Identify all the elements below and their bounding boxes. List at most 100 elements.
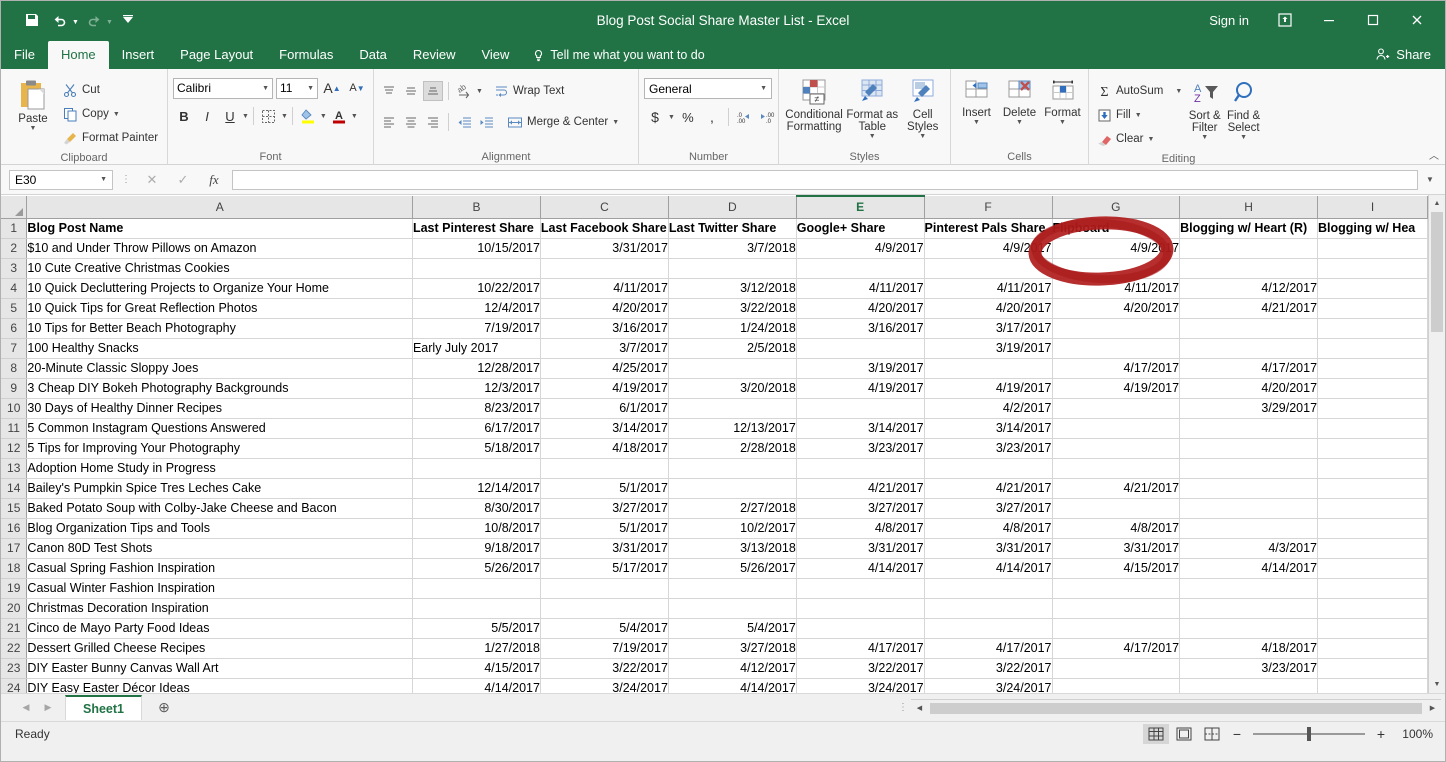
cell-F9[interactable]: 4/19/2017 (924, 378, 1053, 399)
cell-B13[interactable] (412, 458, 541, 479)
cell-C2[interactable]: 3/31/2017 (540, 238, 669, 259)
cell-D15[interactable]: 2/27/2018 (668, 498, 797, 519)
fill-button[interactable]: Fill ▼ (1094, 103, 1185, 127)
cell-H17[interactable]: 4/3/2017 (1179, 538, 1319, 559)
cell-A20[interactable]: Christmas Decoration Inspiration (26, 598, 413, 619)
cell-F4[interactable]: 4/11/2017 (924, 278, 1053, 299)
cell-B6[interactable]: 7/19/2017 (412, 318, 541, 339)
tab-formulas[interactable]: Formulas (266, 41, 346, 69)
find-select-button[interactable]: Find & Select ▼ (1224, 77, 1263, 141)
sort-filter-button[interactable]: AZ Sort & Filter ▼ (1185, 77, 1224, 141)
accounting-caret[interactable]: ▼ (668, 114, 675, 121)
undo-icon[interactable] (47, 8, 73, 32)
scroll-left-arrow[interactable]: ◀ (911, 699, 928, 717)
cell-F8[interactable] (924, 358, 1053, 379)
cell-G5[interactable]: 4/20/2017 (1052, 298, 1181, 319)
cell-D7[interactable]: 2/5/2018 (668, 338, 797, 359)
scroll-right-arrow[interactable]: ▶ (1424, 699, 1441, 717)
cell-I21[interactable] (1317, 618, 1428, 639)
cell-C10[interactable]: 6/1/2017 (540, 398, 669, 419)
cell-E21[interactable] (796, 618, 925, 639)
tab-file[interactable]: File (1, 41, 48, 69)
format-painter-button[interactable]: Format Painter (60, 126, 161, 150)
increase-font-size-button[interactable]: A ▲ (321, 77, 343, 99)
page-layout-view-icon[interactable] (1171, 724, 1197, 744)
insert-function-icon[interactable]: fx (201, 170, 227, 190)
tab-data[interactable]: Data (346, 41, 399, 69)
cell-G8[interactable]: 4/17/2017 (1052, 358, 1181, 379)
sort-filter-caret[interactable]: ▼ (1201, 134, 1208, 141)
sign-in-button[interactable]: Sign in (1195, 9, 1263, 32)
cell-H12[interactable] (1179, 438, 1319, 459)
select-all-corner[interactable] (1, 196, 28, 219)
cell-G13[interactable] (1052, 458, 1181, 479)
number-format-caret[interactable]: ▼ (760, 85, 767, 92)
cell-I7[interactable] (1317, 338, 1428, 359)
cell-E11[interactable]: 3/14/2017 (796, 418, 925, 439)
cell-C11[interactable]: 3/14/2017 (540, 418, 669, 439)
decrease-font-size-button[interactable]: A ▼ (346, 77, 368, 99)
align-center-button[interactable] (401, 112, 421, 132)
next-sheet-icon[interactable]: ▶ (37, 697, 59, 719)
cell-H14[interactable] (1179, 478, 1319, 499)
cell-I6[interactable] (1317, 318, 1428, 339)
increase-indent-button[interactable] (476, 112, 496, 132)
cell-C5[interactable]: 4/20/2017 (540, 298, 669, 319)
cell-F20[interactable] (924, 598, 1053, 619)
find-select-caret[interactable]: ▼ (1240, 134, 1247, 141)
cell-F3[interactable] (924, 258, 1053, 279)
cell-D14[interactable] (668, 478, 797, 499)
cell-D13[interactable] (668, 458, 797, 479)
cell-E8[interactable]: 3/19/2017 (796, 358, 925, 379)
font-size-caret[interactable]: ▼ (307, 85, 314, 92)
cell-B16[interactable]: 10/8/2017 (412, 518, 541, 539)
cell-F13[interactable] (924, 458, 1053, 479)
cell-E4[interactable]: 4/11/2017 (796, 278, 925, 299)
cell-B18[interactable]: 5/26/2017 (412, 558, 541, 579)
cell-I15[interactable] (1317, 498, 1428, 519)
formula-bar-grip[interactable]: ⋮ (118, 174, 134, 185)
cell-C3[interactable] (540, 258, 669, 279)
row-header-10[interactable]: 10 (1, 398, 28, 419)
save-icon[interactable] (19, 8, 45, 32)
cell-A12[interactable]: 5 Tips for Improving Your Photography (26, 438, 413, 459)
tell-me-box[interactable]: Tell me what you want to do (522, 42, 714, 69)
cell-I20[interactable] (1317, 598, 1428, 619)
cell-A23[interactable]: DIY Easter Bunny Canvas Wall Art (26, 658, 413, 679)
cell-D6[interactable]: 1/24/2018 (668, 318, 797, 339)
cell-D8[interactable] (668, 358, 797, 379)
cell-A7[interactable]: 100 Healthy Snacks (26, 338, 413, 359)
cell-H1[interactable]: Blogging w/ Heart (R) (1179, 218, 1319, 239)
cell-I12[interactable] (1317, 438, 1428, 459)
cell-B2[interactable]: 10/15/2017 (412, 238, 541, 259)
tab-page-layout[interactable]: Page Layout (167, 41, 266, 69)
format-cells-button[interactable]: Format ▼ (1042, 76, 1083, 126)
cell-B15[interactable]: 8/30/2017 (412, 498, 541, 519)
format-as-table-caret[interactable]: ▼ (869, 133, 876, 140)
cell-F19[interactable] (924, 578, 1053, 599)
cell-B20[interactable] (412, 598, 541, 619)
row-header-15[interactable]: 15 (1, 498, 28, 519)
cell-E9[interactable]: 4/19/2017 (796, 378, 925, 399)
cell-A1[interactable]: Blog Post Name (26, 218, 413, 239)
cell-A13[interactable]: Adoption Home Study in Progress (26, 458, 413, 479)
cell-B23[interactable]: 4/15/2017 (412, 658, 541, 679)
cell-G9[interactable]: 4/19/2017 (1052, 378, 1181, 399)
cell-G21[interactable] (1052, 618, 1181, 639)
cell-F24[interactable]: 3/24/2017 (924, 678, 1053, 693)
merge-center-caret[interactable]: ▼ (612, 119, 619, 126)
cell-A19[interactable]: Casual Winter Fashion Inspiration (26, 578, 413, 599)
font-size-input[interactable]: 11 ▼ (276, 77, 318, 99)
cell-E15[interactable]: 3/27/2017 (796, 498, 925, 519)
cell-B8[interactable]: 12/28/2017 (412, 358, 541, 379)
merge-center-button[interactable]: Merge & Center ▼ (504, 110, 622, 134)
copy-button[interactable]: Copy ▼ (60, 102, 161, 126)
cell-I17[interactable] (1317, 538, 1428, 559)
cell-H8[interactable]: 4/17/2017 (1179, 358, 1319, 379)
row-header-11[interactable]: 11 (1, 418, 28, 439)
row-header-12[interactable]: 12 (1, 438, 28, 459)
cell-G2[interactable]: 4/9/2017 (1052, 238, 1181, 259)
redo-dropdown-caret[interactable]: ▼ (106, 19, 113, 26)
cell-A16[interactable]: Blog Organization Tips and Tools (26, 518, 413, 539)
cell-A14[interactable]: Bailey's Pumpkin Spice Tres Leches Cake (26, 478, 413, 499)
